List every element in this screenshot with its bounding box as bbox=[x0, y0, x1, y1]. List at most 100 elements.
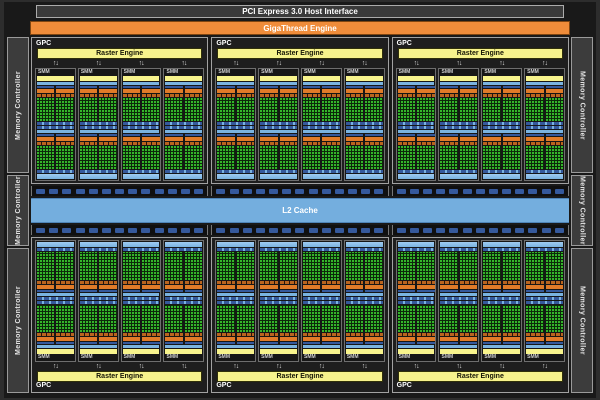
instruction-buffer-bar bbox=[142, 134, 160, 137]
texture-units-bar bbox=[345, 300, 383, 304]
texture-units-bar bbox=[217, 122, 255, 126]
instruction-buffer-bar bbox=[56, 86, 74, 88]
texture-units-bar bbox=[397, 248, 435, 252]
cuda-core-grid bbox=[142, 304, 160, 332]
cuda-core-grid bbox=[165, 98, 183, 122]
smm-processing-block bbox=[526, 134, 563, 170]
cuda-core-grid bbox=[483, 98, 501, 122]
warp-scheduler-bar bbox=[417, 89, 435, 93]
smm-processing-half bbox=[397, 252, 416, 292]
up-down-arrow-icon: ↑↓ bbox=[499, 363, 505, 370]
smm-processing-half bbox=[79, 134, 98, 170]
rop-unit bbox=[321, 227, 331, 233]
instruction-cache-bar bbox=[79, 76, 117, 81]
smm-processing-half bbox=[545, 304, 563, 344]
cuda-core-grid bbox=[184, 146, 203, 170]
cuda-core-grid bbox=[545, 98, 563, 122]
instruction-buffer-bar bbox=[417, 342, 435, 344]
shared-memory-bar bbox=[345, 242, 383, 248]
smm-processing-half bbox=[545, 134, 563, 170]
raster-engine-bar: Raster Engine bbox=[37, 371, 203, 382]
warp-scheduler-bar bbox=[56, 89, 74, 93]
smm-processing-half bbox=[502, 252, 521, 292]
cuda-core-grid bbox=[122, 304, 141, 332]
warp-scheduler-bar bbox=[56, 337, 74, 341]
smm-processing-half bbox=[236, 304, 255, 344]
smm-processing-block bbox=[37, 252, 74, 292]
instruction-buffer-bar bbox=[526, 289, 544, 292]
dispatch-units-bar bbox=[397, 333, 416, 336]
dispatch-units-bar bbox=[440, 94, 458, 97]
rop-unit bbox=[321, 188, 331, 194]
smm-label: SMM bbox=[166, 354, 179, 360]
shared-memory-bar bbox=[397, 242, 435, 248]
smm-processing-half bbox=[37, 134, 55, 170]
rop-group bbox=[211, 186, 389, 197]
smm-processing-block bbox=[397, 86, 435, 122]
cuda-core-grid bbox=[345, 146, 364, 170]
smm-label: SMM bbox=[346, 69, 359, 75]
warp-scheduler-bar bbox=[37, 284, 55, 289]
buffer-bar bbox=[483, 292, 521, 296]
cuda-core-grid bbox=[79, 146, 98, 170]
smm-processing-half bbox=[459, 134, 478, 170]
smm-unit: SMM bbox=[215, 68, 257, 182]
texture-units-bar bbox=[345, 170, 383, 174]
instruction-buffer-bar bbox=[483, 86, 501, 88]
buffer-bar bbox=[260, 82, 297, 85]
rop-unit bbox=[515, 227, 525, 233]
smm-processing-half bbox=[545, 86, 563, 122]
buffer-bar bbox=[122, 130, 160, 134]
rop-unit bbox=[374, 188, 384, 194]
smm-processing-half bbox=[184, 304, 203, 344]
dispatch-units-bar bbox=[526, 94, 544, 97]
smm-processing-half bbox=[459, 252, 478, 292]
dispatch-units-bar bbox=[397, 94, 416, 97]
gpc-label: GPC bbox=[216, 382, 232, 389]
warp-scheduler-bar bbox=[37, 137, 55, 142]
smm-processing-half bbox=[217, 252, 235, 292]
warp-scheduler-bar bbox=[302, 284, 321, 289]
warp-scheduler-bar bbox=[79, 89, 98, 93]
texture-units-bar bbox=[122, 170, 160, 174]
buffer-bar bbox=[217, 82, 255, 85]
instruction-cache-bar bbox=[440, 76, 478, 81]
instruction-buffer-bar bbox=[397, 134, 416, 137]
instruction-buffer-bar bbox=[345, 342, 364, 344]
raster-smm-arrows: ↑↓ ↑↓ ↑↓ ↑↓ bbox=[395, 362, 566, 371]
die-body: Memory Controller Memory Controller Memory… bbox=[7, 37, 593, 393]
raster-smm-arrows: ↑↓ ↑↓ ↑↓ ↑↓ bbox=[395, 59, 566, 68]
texture-units-bar bbox=[217, 170, 255, 174]
shared-memory-bar bbox=[440, 242, 478, 248]
smm-label: SMM bbox=[346, 354, 359, 360]
up-down-arrow-icon: ↑↓ bbox=[181, 60, 187, 67]
instruction-buffer-bar bbox=[345, 86, 364, 88]
texture-units-bar bbox=[37, 126, 74, 130]
smm-processing-block bbox=[79, 86, 117, 122]
dispatch-units-bar bbox=[122, 142, 141, 146]
shared-memory-bar bbox=[165, 174, 203, 180]
smm-processing-block bbox=[397, 252, 435, 292]
dispatch-units-bar bbox=[483, 280, 501, 284]
cuda-core-grid bbox=[483, 146, 501, 170]
cuda-core-grid bbox=[345, 98, 364, 122]
dispatch-units-bar bbox=[417, 142, 435, 146]
shared-memory-bar bbox=[217, 174, 255, 180]
dispatch-units-bar bbox=[37, 333, 55, 336]
instruction-buffer-bar bbox=[217, 134, 235, 137]
instruction-buffer-bar bbox=[397, 342, 416, 344]
smm-processing-half bbox=[79, 304, 98, 344]
gpc-block: GPC Raster Engine ↑↓ ↑↓ ↑↓ ↑↓ SMM SMM SMM SMM bbox=[31, 37, 209, 185]
smm-label: SMM bbox=[218, 69, 230, 75]
instruction-buffer-bar bbox=[217, 342, 235, 344]
dispatch-units-bar bbox=[236, 333, 255, 336]
shared-memory-bar bbox=[345, 174, 383, 180]
cuda-core-grid bbox=[459, 304, 478, 332]
dispatch-units-bar bbox=[440, 142, 458, 146]
texture-units-bar bbox=[165, 170, 203, 174]
buffer-bar bbox=[37, 292, 74, 296]
gigathread-engine-bar: GigaThread Engine bbox=[30, 21, 570, 35]
smm-processing-half bbox=[165, 252, 183, 292]
rop-unit bbox=[49, 227, 59, 233]
dispatch-units-bar bbox=[260, 94, 278, 97]
